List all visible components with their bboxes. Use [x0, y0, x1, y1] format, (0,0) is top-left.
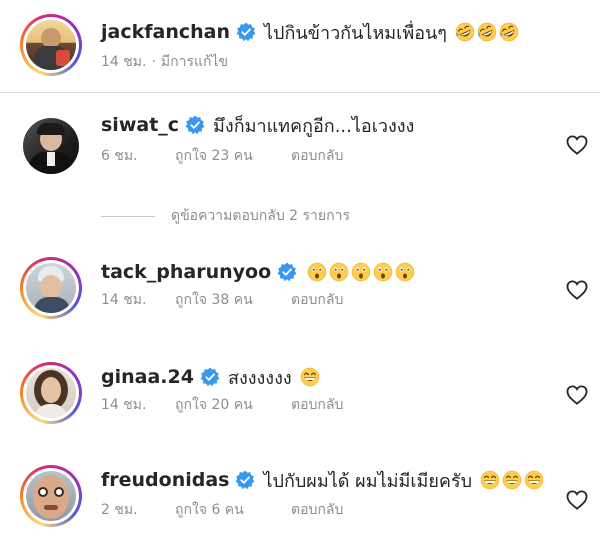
grin-emoji-icon [502, 470, 522, 490]
grin-emoji-icon [524, 470, 544, 490]
username-link[interactable]: siwat_c [101, 114, 179, 136]
avatar-story-ring[interactable] [20, 362, 82, 424]
comment-line: siwat_c มึงก็มาแทคกูอีก...ไอเวงงง [101, 110, 414, 140]
reply-button[interactable]: ตอบกลับ [291, 499, 343, 521]
astonished-emoji-icon [351, 262, 371, 282]
comment-emoji-group [478, 470, 544, 490]
avatar [26, 263, 76, 313]
comment-time: 14 ชม. [101, 397, 147, 413]
verified-badge-icon [236, 22, 256, 42]
view-replies-label: ดูข้อความตอบกลับ 2 รายการ [171, 208, 350, 224]
heart-outline-icon[interactable] [566, 385, 588, 405]
astonished-emoji-icon [307, 262, 327, 282]
comment-meta: 2 ชม. ถูกใจ 6 คน ตอบกลับ [101, 500, 343, 520]
comment-meta: 14 ชม. ถูกใจ 20 คน ตอบกลับ [101, 395, 343, 415]
astonished-emoji-icon [395, 262, 415, 282]
heart-outline-icon[interactable] [566, 280, 588, 300]
comment-time: 6 ชม. [101, 148, 138, 164]
comment-emoji-group [305, 262, 415, 282]
likes-count-link[interactable]: ถูกใจ 6 คน [175, 499, 291, 521]
verified-badge-icon [235, 470, 255, 490]
reply-button[interactable]: ตอบกลับ [291, 145, 343, 167]
comment-time: 14 ชม. [101, 292, 147, 308]
comment-meta: 14 ชม. ถูกใจ 38 คน ตอบกลับ [101, 290, 343, 310]
verified-badge-icon [185, 115, 205, 135]
username-link[interactable]: freudonidas [101, 469, 229, 491]
comment-text: ไปกับผมได้ ผมไม่มีเมียครับ [263, 470, 473, 492]
heart-outline-icon[interactable] [566, 135, 588, 155]
meta-separator: · [151, 54, 156, 70]
likes-count-link[interactable]: ถูกใจ 23 คน [175, 145, 291, 167]
rofl-emoji-icon [455, 22, 475, 42]
username-link[interactable]: jackfanchan [101, 21, 230, 43]
caption-meta: 14 ชม. · มีการแก้ไข [101, 52, 228, 72]
likes-count-link[interactable]: ถูกใจ 38 คน [175, 289, 291, 311]
comment-text: สงงงงงง [227, 367, 292, 389]
avatar-story-ring[interactable] [20, 14, 82, 76]
reply-button[interactable]: ตอบกลับ [291, 289, 343, 311]
caption-text: ไปกินข้าวกันไหมเพื่อนๆ [263, 22, 447, 44]
likes-count-link[interactable]: ถูกใจ 20 คน [175, 394, 291, 416]
comment-line: tack_pharunyoo [101, 257, 415, 287]
avatar [26, 20, 76, 70]
username-link[interactable]: tack_pharunyoo [101, 261, 271, 283]
caption-block: jackfanchan ไปกินข้าวกันไหมเพื่อนๆ 14 ชม… [0, 0, 600, 92]
view-replies-button[interactable]: ดูข้อความตอบกลับ 2 รายการ [101, 206, 350, 226]
comment-item: siwat_c มึงก็มาแทคกูอีก...ไอเวงงง 6 ชม. … [0, 108, 600, 192]
avatar-story-ring[interactable] [20, 257, 82, 319]
avatar-story-ring[interactable] [20, 465, 82, 527]
replies-line [101, 215, 155, 217]
caption-emoji-group [453, 22, 519, 42]
avatar [26, 368, 76, 418]
caption-time: 14 ชม. [101, 54, 147, 70]
comment-line: freudonidas ไปกับผมได้ ผมไม่มีเมียครับ [101, 465, 544, 495]
verified-badge-icon [277, 262, 297, 282]
caption-line: jackfanchan ไปกินข้าวกันไหมเพื่อนๆ [101, 17, 519, 47]
astonished-emoji-icon [373, 262, 393, 282]
comment-item: tack_pharunyoo 14 ชม. ถูกใจ 38 คน ตอบกลั… [0, 252, 600, 336]
heart-outline-icon[interactable] [566, 490, 588, 510]
rofl-emoji-icon [499, 22, 519, 42]
rofl-emoji-icon [477, 22, 497, 42]
comment-emoji-group [298, 367, 320, 387]
username-link[interactable]: ginaa.24 [101, 366, 194, 388]
divider [0, 92, 600, 93]
comment-line: ginaa.24 สงงงงงง [101, 362, 320, 392]
comment-item: freudonidas ไปกับผมได้ ผมไม่มีเมียครับ 2… [0, 462, 600, 546]
avatar [26, 471, 76, 521]
astonished-emoji-icon [329, 262, 349, 282]
grin-emoji-icon [300, 367, 320, 387]
comment-item: ginaa.24 สงงงงงง 14 ชม. ถูกใจ 20 คน ตอบก… [0, 357, 600, 441]
comment-meta: 6 ชม. ถูกใจ 23 คน ตอบกลับ [101, 146, 343, 166]
edited-label: มีการแก้ไข [160, 54, 229, 70]
reply-button[interactable]: ตอบกลับ [291, 394, 343, 416]
avatar[interactable] [23, 118, 79, 174]
grin-emoji-icon [480, 470, 500, 490]
verified-badge-icon [200, 367, 220, 387]
comment-text: มึงก็มาแทคกูอีก...ไอเวงงง [213, 115, 415, 137]
comment-time: 2 ชม. [101, 502, 138, 518]
